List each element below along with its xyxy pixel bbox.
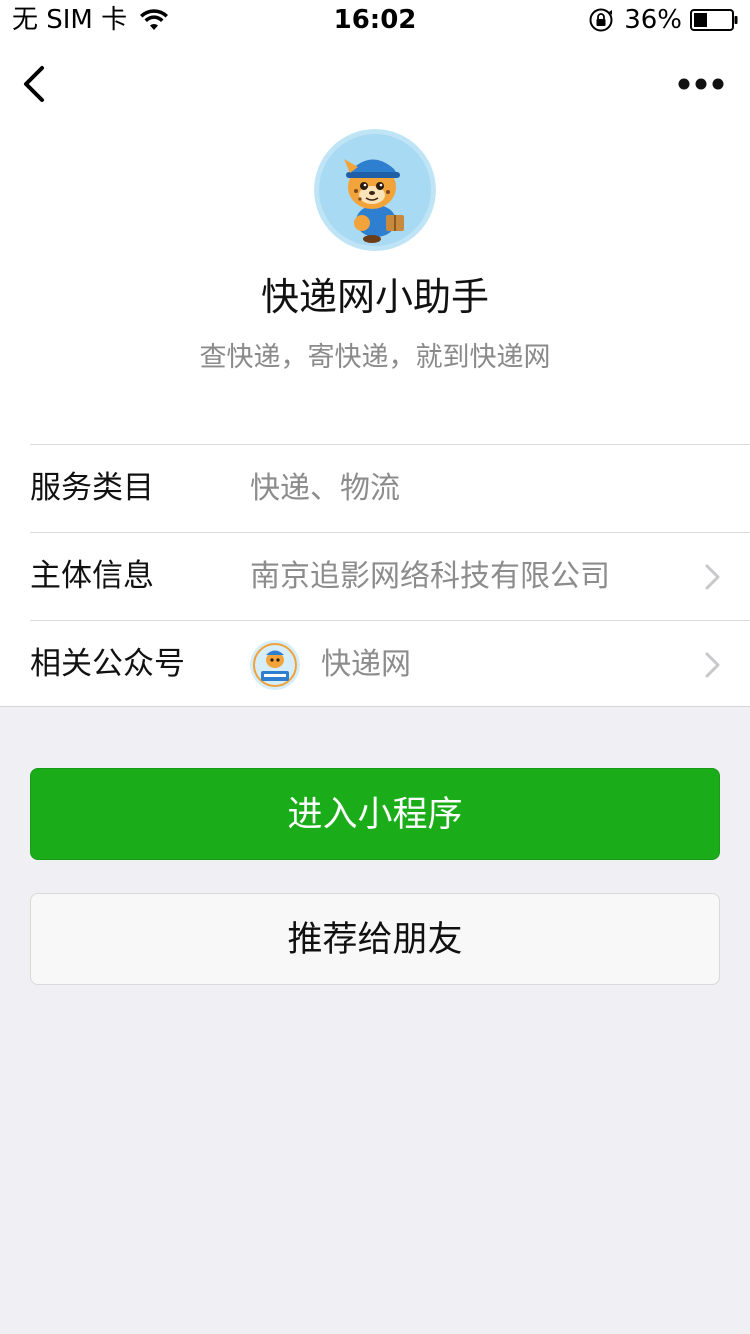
status-right-group: 36%	[588, 4, 738, 36]
back-chevron-icon[interactable]	[18, 62, 50, 106]
official-account-logo-icon	[250, 640, 300, 690]
row-value-service-category: 快递、物流	[250, 471, 400, 506]
info-row-service-category: 服务类目 快递、物流	[30, 444, 750, 532]
recommend-to-friend-button[interactable]: 推荐给朋友	[30, 893, 720, 985]
profile-panel: 无 SIM 卡 16:02 36% 快递网小助手 查快递，寄快递，就到快递网 服…	[0, 0, 750, 707]
row-label-entity: 主体信息	[30, 558, 154, 594]
enter-mini-program-button[interactable]: 进入小程序	[30, 768, 720, 860]
row-value-official-account: 快递网	[321, 647, 411, 682]
chevron-right-icon	[705, 652, 720, 678]
info-row-official-account[interactable]: 相关公众号 快递网	[30, 620, 750, 708]
cheetah-mascot-icon	[314, 129, 436, 251]
app-description: 查快递，寄快递，就到快递网	[199, 342, 551, 373]
app-name: 快递网小助手	[260, 275, 489, 319]
chevron-right-icon	[705, 564, 720, 590]
panel-bottom-divider	[0, 706, 750, 707]
mini-program-profile-screen: 无 SIM 卡 16:02 36% 快递网小助手 查快递，寄快递，就到快递网 服…	[0, 0, 750, 1334]
info-row-entity[interactable]: 主体信息 南京追影网络科技有限公司	[30, 532, 750, 620]
more-dots-icon[interactable]	[678, 74, 724, 94]
status-bar: 无 SIM 卡 16:02 36%	[0, 0, 750, 40]
app-avatar	[314, 129, 436, 251]
official-account-avatar	[250, 640, 300, 690]
rotation-lock-icon	[589, 8, 613, 32]
info-list: 服务类目 快递、物流 主体信息 南京追影网络科技有限公司 相关公众号 快递网	[0, 444, 750, 708]
row-label-official-account: 相关公众号	[30, 646, 185, 682]
battery-icon	[690, 9, 738, 31]
row-label-service-category: 服务类目	[30, 470, 154, 506]
row-value-entity: 南京追影网络科技有限公司	[250, 559, 610, 594]
battery-percent: 36%	[624, 5, 682, 35]
